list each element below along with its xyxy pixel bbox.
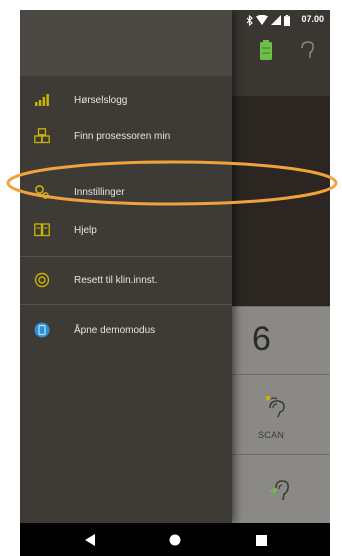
phone-screen: 6 SCAN Hørselslogg Finn prosessoren min … <box>20 10 330 556</box>
demo-icon <box>34 322 50 338</box>
menu-item-label: Finn prosessoren min <box>74 130 171 142</box>
back-button[interactable] <box>82 532 98 548</box>
menu-item-finn-prosessoren[interactable]: Finn prosessoren min <box>20 118 232 154</box>
status-bar: 07.00 <box>20 10 330 30</box>
scan-icon <box>265 395 285 418</box>
home-circle-icon <box>169 534 181 546</box>
processor-battery-icon <box>260 40 272 60</box>
menu-divider <box>20 304 232 305</box>
menu-item-horselslogg[interactable]: Hørselslogg <box>20 82 232 118</box>
status-icons <box>246 13 290 27</box>
wifi-icon <box>256 15 268 25</box>
menu-item-label: Innstillinger <box>74 186 125 198</box>
menu-item-resett[interactable]: Resett til klin.innst. <box>20 262 232 298</box>
program-number: 6 <box>252 320 271 358</box>
status-time: 07.00 <box>301 14 324 24</box>
menu-item-innstillinger[interactable]: Innstillinger <box>20 174 232 210</box>
recents-square-icon <box>255 534 267 546</box>
reset-icon <box>34 272 50 288</box>
help-book-icon <box>34 222 50 238</box>
home-button[interactable] <box>167 532 183 548</box>
cubes-icon <box>34 128 50 144</box>
menu-item-label: Resett til klin.innst. <box>74 274 158 286</box>
menu-item-label: Åpne demomodus <box>74 324 156 336</box>
program-card[interactable] <box>232 306 330 374</box>
signal-icon <box>271 15 281 25</box>
signal-bars-icon <box>34 92 50 108</box>
menu-item-demomodus[interactable]: Åpne demomodus <box>20 312 232 348</box>
scan-label: SCAN <box>258 430 285 440</box>
battery-icon <box>284 14 290 26</box>
settings-gears-icon <box>34 184 50 200</box>
ear-outline-icon[interactable] <box>298 40 316 60</box>
menu-item-hjelp[interactable]: Hjelp <box>20 212 232 248</box>
back-triangle-icon <box>84 534 95 546</box>
menu-divider <box>20 256 232 257</box>
navigation-drawer: Hørselslogg Finn prosessoren min Innstil… <box>20 10 232 523</box>
menu-item-label: Hørselslogg <box>74 94 128 106</box>
menu-item-label: Hjelp <box>74 224 97 236</box>
system-navigation-bar <box>20 523 330 556</box>
recents-button[interactable] <box>253 532 269 548</box>
bluetooth-icon <box>246 14 253 26</box>
ear-icon <box>270 480 289 501</box>
